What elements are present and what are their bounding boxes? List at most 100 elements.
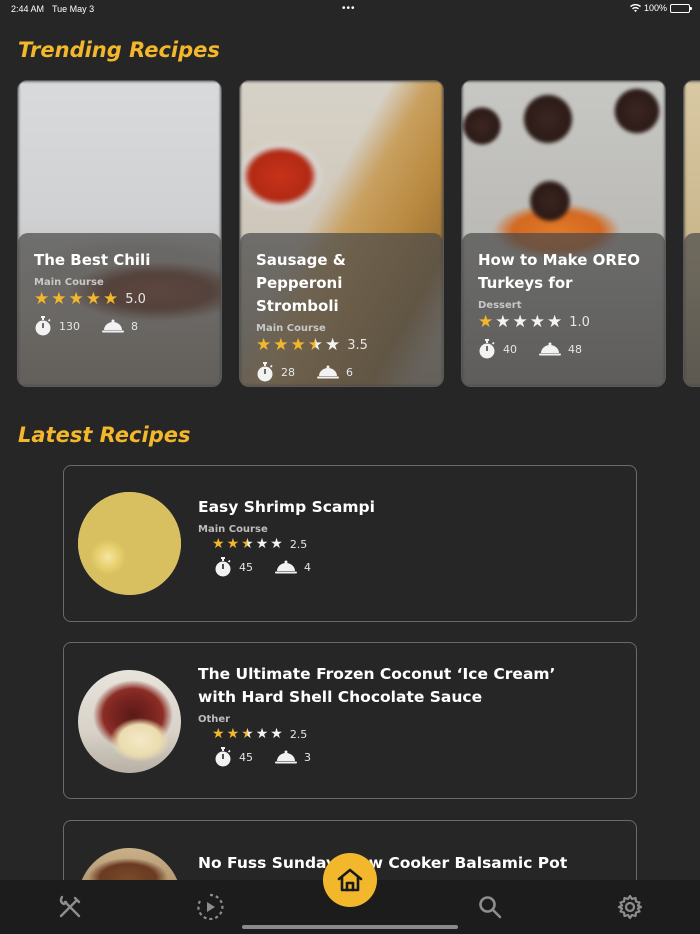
star-icon: ★	[212, 536, 225, 552]
home-icon	[337, 868, 363, 892]
trending-title: Trending Recipes	[18, 38, 220, 62]
star-icon: ★	[273, 335, 289, 355]
prep-time: 45	[239, 560, 253, 574]
status-right: 100%	[629, 3, 692, 13]
home-indicator[interactable]	[242, 925, 458, 929]
servings-cloche-icon	[317, 365, 339, 379]
star-icon: ★	[270, 726, 283, 742]
gear-icon	[617, 894, 643, 920]
rating-stars: ★ ★ ★ ★ ★ 1.0	[478, 314, 649, 331]
status-date: Tue May 3	[52, 4, 95, 14]
star-icon: ★	[290, 335, 306, 355]
recipe-meta: 45 4	[214, 557, 596, 577]
servings-cloche-icon	[275, 560, 297, 574]
prep-time: 45	[239, 750, 253, 764]
recipe-category: Dessert	[478, 300, 522, 311]
prep-time: 130	[59, 319, 80, 333]
latest-title: Latest Recipes	[18, 423, 191, 447]
star-icon: ★	[325, 335, 341, 355]
star-icon: ★	[495, 312, 511, 332]
recipe-info: The Ultimate Frozen Coconut ‘Ice Cream’ …	[198, 663, 596, 767]
fork-knife-icon	[59, 895, 81, 918]
recipe-name: The Best Chili	[34, 251, 151, 269]
card-info-panel: Sausage & Pepperoni Stromboli Main Cours…	[240, 233, 443, 386]
recipe-category: Main Course	[198, 524, 268, 535]
recipe-info: Easy Shrimp Scampi Main Course ★ ★ ★ ★ ★ 2.5…	[198, 496, 596, 577]
recipe-category: Main Course	[34, 277, 104, 288]
card-info-panel	[684, 233, 700, 386]
servings: 3	[304, 750, 311, 764]
star-icon: ★	[212, 726, 225, 742]
star-icon: ★	[68, 289, 84, 309]
trending-card[interactable]: How to Make OREO Turkeys for Dessert ★ ★ ★…	[461, 80, 666, 387]
multitasking-dots-icon[interactable]: •••	[342, 3, 356, 14]
tab-videos[interactable]	[195, 892, 225, 922]
recipe-meta: 40 48	[478, 339, 649, 359]
rating-value: 2.5	[289, 537, 308, 551]
latest-recipe-card[interactable]: Easy Shrimp Scampi Main Course ★ ★ ★ ★ ★ 2.5…	[63, 465, 637, 622]
stopwatch-icon	[35, 316, 51, 336]
recipe-name: How to Make OREO Turkeys for	[478, 251, 640, 292]
star-icon: ★	[307, 335, 323, 355]
card-info-panel: The Best Chili Main Course ★ ★ ★ ★ ★ 5.0 130…	[18, 233, 221, 386]
star-icon: ★	[547, 312, 563, 332]
star-icon: ★	[241, 726, 254, 742]
status-time: 2:44 AM	[11, 4, 45, 14]
star-icon: ★	[51, 289, 67, 309]
stopwatch-icon	[257, 362, 273, 382]
star-icon: ★	[478, 312, 494, 332]
rating-value: 2.5	[289, 727, 308, 741]
star-icon: ★	[512, 312, 528, 332]
trending-card[interactable]: The Best Chili Main Course ★ ★ ★ ★ ★ 5.0 130…	[17, 80, 222, 387]
prep-time: 40	[503, 342, 517, 356]
star-icon: ★	[34, 289, 50, 309]
home-button[interactable]	[323, 853, 377, 907]
tab-settings[interactable]	[615, 892, 645, 922]
search-icon	[479, 896, 502, 919]
wifi-icon	[629, 3, 641, 12]
rating-value: 3.5	[347, 338, 368, 353]
stopwatch-icon	[215, 747, 231, 767]
servings: 48	[568, 342, 582, 356]
star-icon: ★	[256, 335, 272, 355]
servings: 4	[304, 560, 311, 574]
recipe-category: Other	[198, 714, 231, 725]
servings-cloche-icon	[275, 750, 297, 764]
star-icon: ★	[226, 726, 240, 742]
rating-value: 1.0	[569, 315, 590, 330]
star-icon: ★	[529, 312, 545, 332]
tab-search[interactable]	[475, 892, 505, 922]
star-icon: ★	[85, 289, 101, 309]
trending-card-peek[interactable]	[683, 80, 700, 387]
recipe-name: Easy Shrimp Scampi	[198, 498, 375, 516]
trending-card[interactable]: Sausage & Pepperoni Stromboli Main Cours…	[239, 80, 444, 387]
star-icon: ★	[241, 536, 254, 552]
rating-stars: ★ ★ ★ ★ ★ 5.0	[34, 291, 205, 308]
play-circle-icon	[197, 893, 224, 921]
servings: 6	[346, 365, 353, 379]
battery-icon	[670, 3, 692, 13]
recipe-thumbnail	[78, 492, 181, 595]
star-icon: ★	[270, 536, 283, 552]
rating-stars: ★ ★ ★ ★ ★ 2.5	[212, 727, 596, 741]
recipe-meta: 130 8	[34, 316, 205, 336]
recipe-name: Sausage & Pepperoni Stromboli	[256, 251, 346, 315]
servings-cloche-icon	[539, 342, 561, 356]
servings-cloche-icon	[102, 319, 124, 333]
rating-stars: ★ ★ ★ ★ ★ 2.5	[212, 537, 596, 551]
battery-percent: 100%	[643, 3, 667, 13]
status-bar: 2:44 AM Tue May 3 ••• 100%	[0, 0, 700, 18]
recipe-category: Main Course	[256, 323, 326, 334]
rating-stars: ★ ★ ★ ★ ★ 3.5	[256, 337, 427, 354]
stopwatch-icon	[215, 557, 231, 577]
rating-value: 5.0	[125, 292, 146, 307]
tab-recipes[interactable]	[55, 892, 85, 922]
card-info-panel: How to Make OREO Turkeys for Dessert ★ ★ ★…	[462, 233, 665, 386]
star-icon: ★	[226, 536, 240, 552]
latest-recipe-card[interactable]: The Ultimate Frozen Coconut ‘Ice Cream’ …	[63, 642, 637, 799]
recipe-name: The Ultimate Frozen Coconut ‘Ice Cream’ …	[198, 665, 556, 706]
prep-time: 28	[281, 365, 295, 379]
recipe-thumbnail	[78, 670, 181, 773]
recipe-meta: 45 3	[214, 747, 596, 767]
star-icon: ★	[255, 726, 269, 742]
